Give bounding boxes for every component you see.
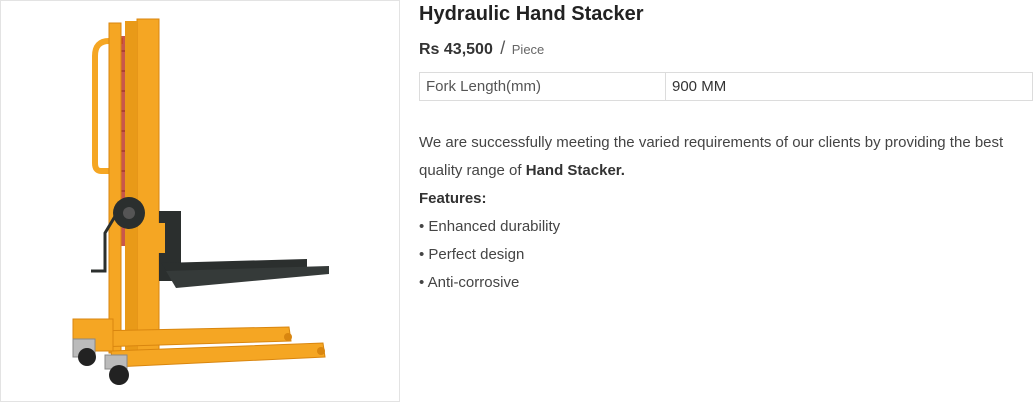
hand-stacker-illustration [72, 18, 329, 385]
product-price: Rs 43,500 [419, 41, 493, 58]
spec-row: Fork Length(mm) 900 MM [419, 72, 1033, 101]
product-title[interactable]: Hydraulic Hand Stacker [419, 2, 644, 26]
spec-value: 900 MM [665, 72, 1033, 101]
price-separator: / [500, 38, 506, 58]
feature-item: • Anti-corrosive [419, 274, 520, 291]
spec-table: Fork Length(mm) 900 MM [419, 72, 1033, 101]
features-heading: Features: [419, 190, 487, 207]
product-description: We are successfully meeting the varied r… [419, 129, 1031, 297]
feature-item: • Enhanced durability [419, 218, 561, 235]
price-row: Rs 43,500 / Piece [419, 37, 544, 61]
spec-key: Fork Length(mm) [419, 72, 666, 101]
feature-item: • Perfect design [419, 246, 525, 263]
description-highlight: Hand Stacker. [525, 162, 625, 179]
product-image[interactable] [0, 0, 400, 402]
description-text: We are successfully meeting the varied r… [419, 129, 1031, 185]
description-prefix: We are successfully meeting the varied r… [419, 134, 1004, 179]
price-unit: Piece [511, 42, 545, 57]
